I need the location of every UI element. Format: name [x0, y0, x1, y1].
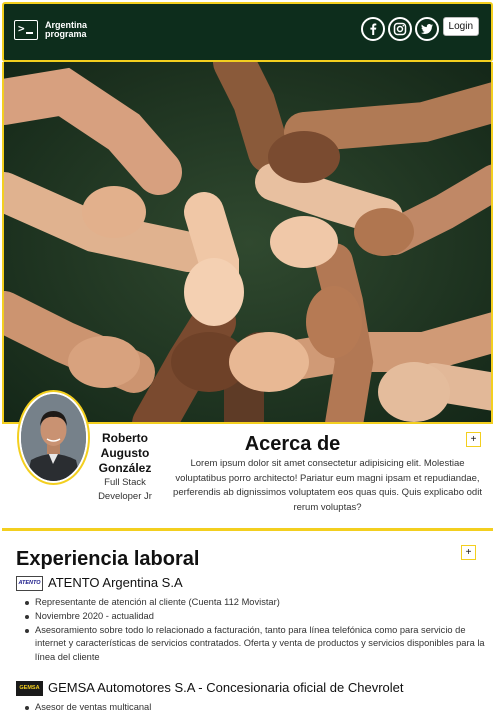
- profile-role: Full Stack Developer Jr: [98, 477, 152, 502]
- list-item: Asesoramiento sobre todo lo relacionado …: [24, 624, 486, 665]
- add-about-button[interactable]: +: [466, 432, 481, 447]
- company-logo: ATENTO: [16, 575, 43, 591]
- company-logo: GEMSA: [16, 680, 43, 696]
- add-experience-button[interactable]: +: [461, 545, 476, 560]
- company-name: GEMSA Automotores S.A - Concesionaria of…: [48, 680, 404, 695]
- job-item: ATENTO ATENTO Argentina S.A Representant…: [16, 575, 486, 665]
- social-links: [361, 17, 439, 41]
- profile-photo: [21, 394, 86, 481]
- logo-text: ATENTO: [18, 580, 41, 586]
- job-details: Asesor de ventas multicanal: [16, 701, 486, 713]
- avatar: [17, 390, 90, 485]
- login-button[interactable]: Login: [442, 17, 479, 36]
- experience-title: Experiencia laboral: [16, 548, 200, 570]
- logo-text: GEMSA: [19, 685, 40, 691]
- list-item: Representante de atención al cliente (Cu…: [24, 596, 486, 610]
- job-header: GEMSA GEMSA Automotores S.A - Concesiona…: [16, 680, 486, 696]
- experience-section: Experiencia laboral + ATENTO ATENTO Arge…: [0, 533, 495, 713]
- job-item: GEMSA GEMSA Automotores S.A - Concesiona…: [16, 680, 486, 713]
- terminal-logo-icon: >: [14, 20, 38, 40]
- list-item: Noviembre 2020 - actualidad: [24, 610, 486, 624]
- profile-name: Roberto Augusto González: [98, 431, 152, 475]
- navbar: > Argentina programa Login: [2, 2, 493, 62]
- list-item: Asesor de ventas multicanal: [24, 701, 486, 713]
- twitter-icon[interactable]: [415, 17, 439, 41]
- facebook-icon[interactable]: [361, 17, 385, 41]
- job-header: ATENTO ATENTO Argentina S.A: [16, 575, 486, 591]
- banner-image: [2, 62, 493, 424]
- about-title: Acerca de: [244, 433, 341, 455]
- company-name: ATENTO Argentina S.A: [48, 575, 183, 590]
- job-details: Representante de atención al cliente (Cu…: [16, 596, 486, 665]
- about-text: Lorem ipsum dolor sit amet consectetur a…: [173, 458, 482, 513]
- brand-name: Argentina programa: [45, 20, 88, 39]
- brand[interactable]: > Argentina programa: [14, 20, 105, 40]
- section-divider: [2, 528, 493, 531]
- about-section: Roberto Augusto González Full Stack Deve…: [0, 390, 495, 530]
- linked-arms-illustration: [4, 62, 491, 422]
- instagram-icon[interactable]: [388, 17, 412, 41]
